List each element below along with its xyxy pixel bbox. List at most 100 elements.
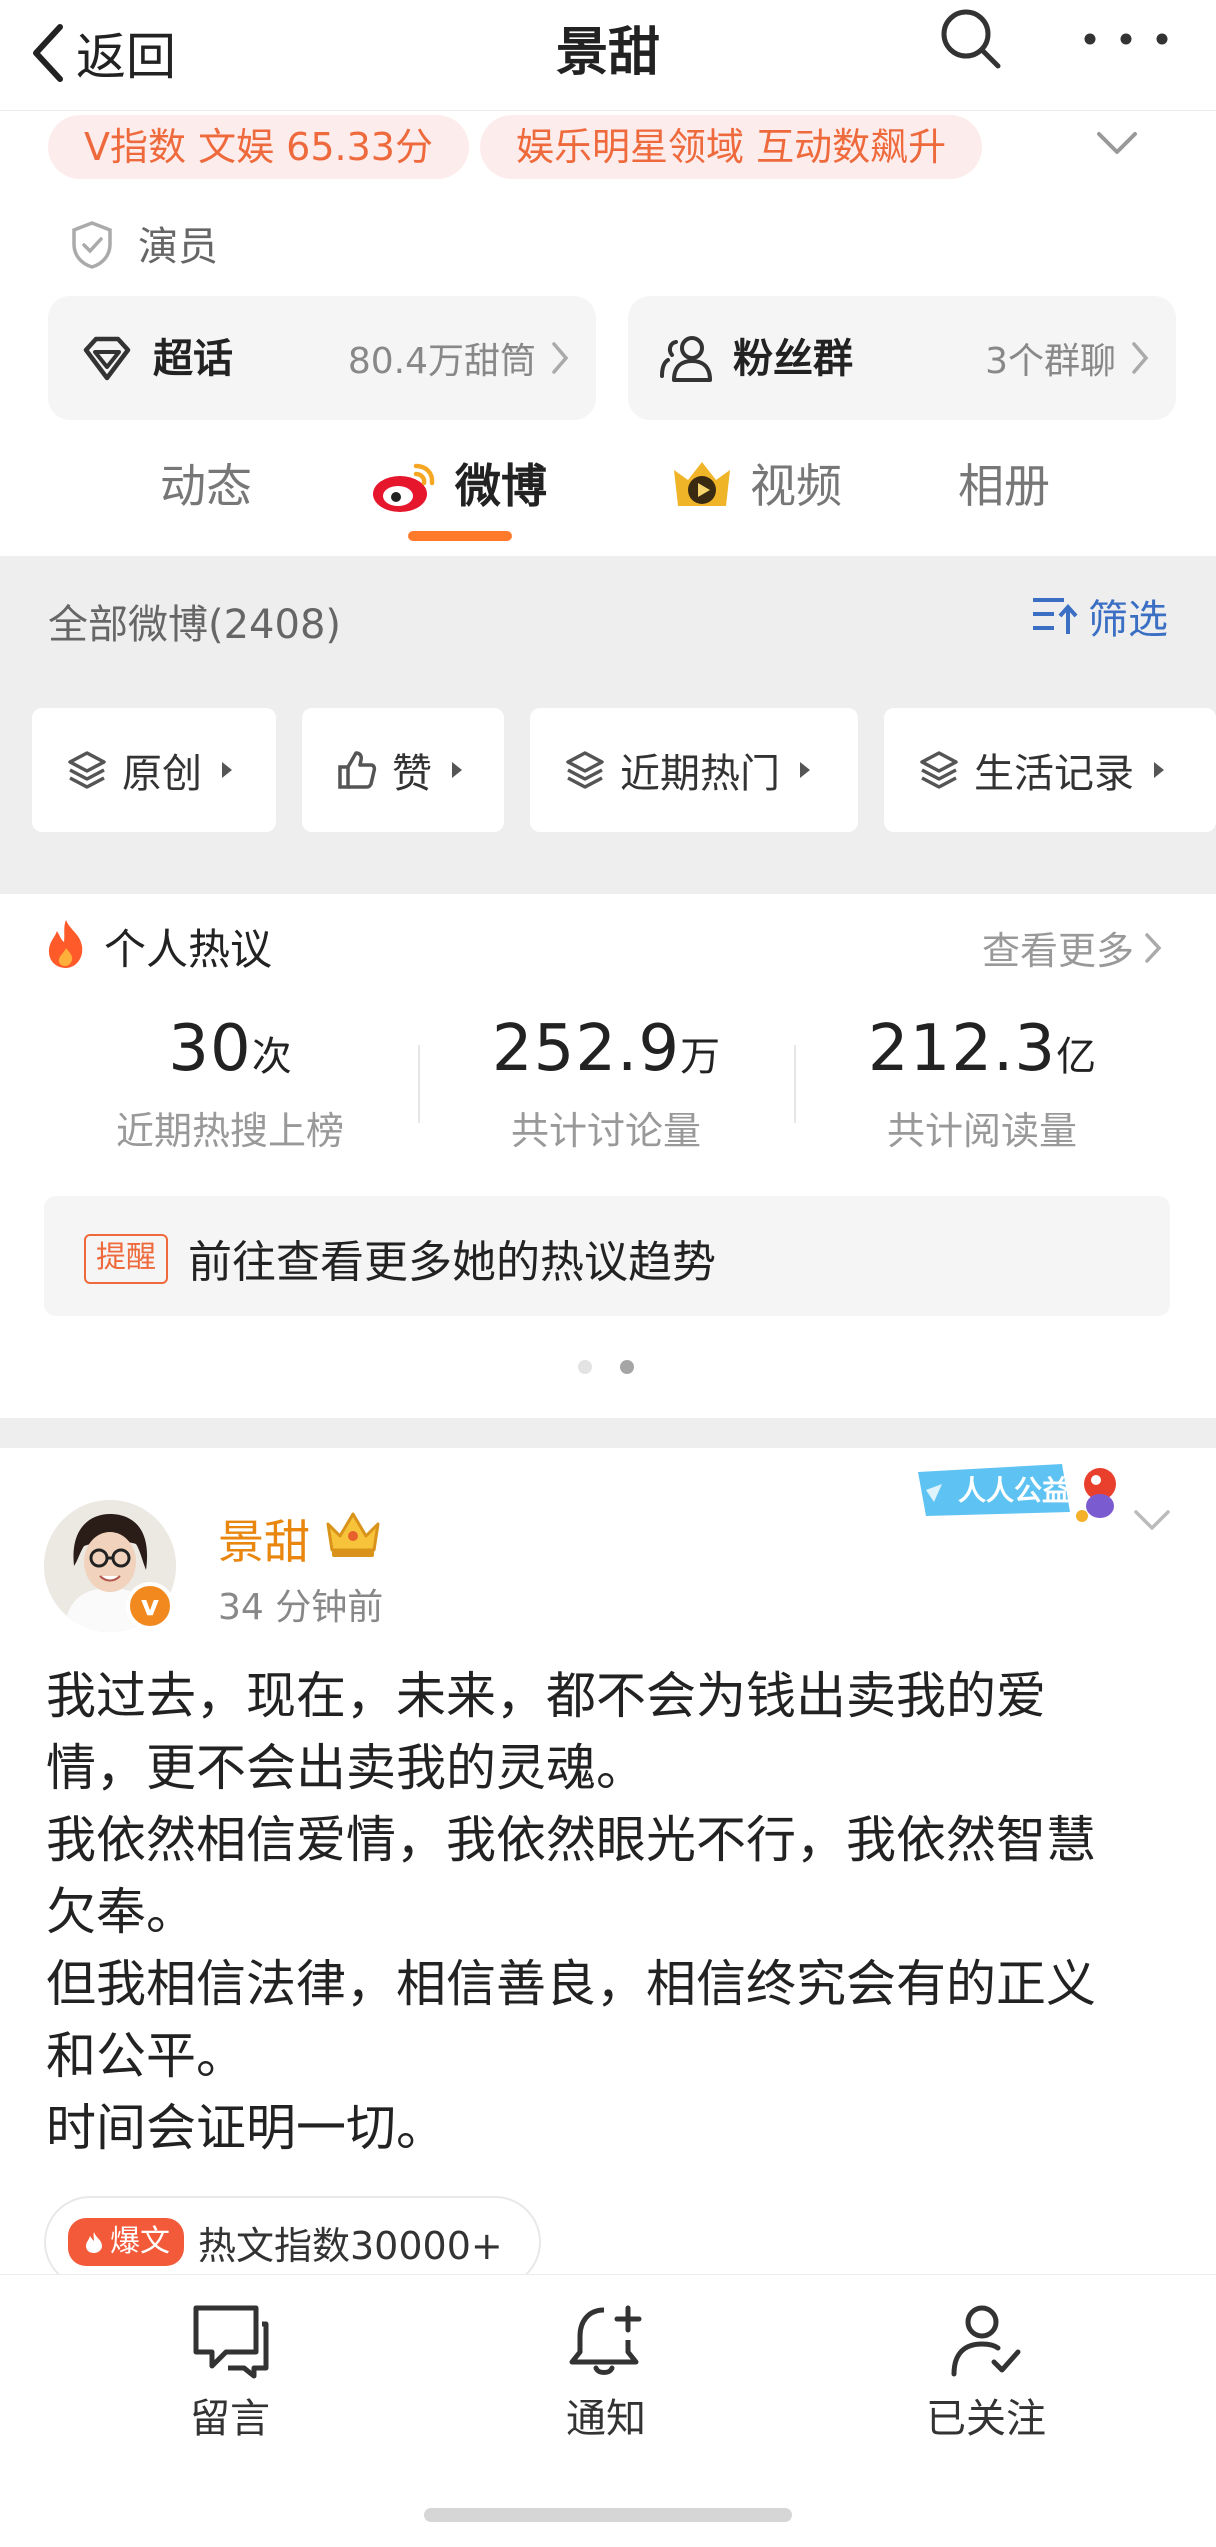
- chevron-left-icon: [33, 24, 63, 82]
- pager-dot-active[interactable]: [620, 1360, 634, 1374]
- stat-unit: 次: [251, 1034, 292, 1080]
- fire-icon: [48, 920, 83, 968]
- reminder-text: 前往查看更多她的热议趋势: [188, 1237, 716, 1288]
- supertopic-card[interactable]: 超话 80.4万甜筒: [48, 296, 596, 420]
- domain-rank-badge[interactable]: 娱乐明星领域 互动数飙升: [480, 115, 983, 179]
- tab-feed[interactable]: 动态: [160, 446, 252, 526]
- fan-group-card[interactable]: 粉丝群 3个群聊: [628, 296, 1176, 420]
- chevron-right-icon: [552, 342, 569, 374]
- hot-article-tag: 爆文: [68, 2218, 184, 2266]
- see-more-link[interactable]: 查看更多: [982, 920, 1162, 975]
- chip-label: 生活记录: [974, 751, 1134, 797]
- video-channel-icon: [674, 462, 730, 506]
- chevron-down-icon[interactable]: [1095, 128, 1139, 158]
- stat-number: 252.9: [491, 1012, 681, 1086]
- stat-unit: 亿: [1056, 1034, 1097, 1080]
- hot-article-label: 爆文: [110, 2224, 170, 2259]
- thumbs-up-icon: [338, 751, 377, 789]
- top-nav-bar: [0, 0, 1216, 111]
- caret-right-icon: [452, 762, 462, 778]
- back-button[interactable]: 返回: [30, 8, 176, 98]
- pager-dot[interactable]: [578, 1360, 592, 1374]
- layers-icon: [68, 751, 106, 789]
- tab-video[interactable]: 视频: [750, 446, 842, 526]
- v-index-badge[interactable]: V指数 文娱 65.33分: [48, 115, 469, 179]
- search-button[interactable]: [936, 4, 1006, 74]
- group-users-icon: [660, 336, 712, 382]
- stat-discussion[interactable]: 252.9万 共计讨论量: [416, 1012, 796, 1155]
- notify-button[interactable]: 通知: [506, 2300, 706, 2444]
- caret-right-icon: [1154, 762, 1164, 778]
- more-dots-icon: [1084, 33, 1168, 45]
- crown-badge-icon[interactable]: [320, 1506, 386, 1560]
- stat-label: 共计阅读量: [886, 1109, 1077, 1153]
- weibo-logo-icon: [373, 463, 435, 512]
- chevron-down-icon[interactable]: [1132, 1508, 1172, 1534]
- filter-button[interactable]: 筛选: [1030, 588, 1168, 644]
- chip-label: 近期热门: [620, 751, 780, 797]
- post-line: 但我相信法律，相信善良，相信终究会有的正义: [46, 1955, 1096, 2013]
- followed-button[interactable]: 已关注: [886, 2300, 1086, 2444]
- reminder-tag: 提醒: [84, 1234, 168, 1284]
- flame-icon: [86, 2232, 102, 2253]
- charity-text: 人人公益: [958, 1474, 1070, 1507]
- comment-button[interactable]: 留言: [130, 2300, 330, 2444]
- followed-label: 已关注: [926, 2396, 1046, 2442]
- tab-album[interactable]: 相册: [958, 446, 1050, 526]
- active-tab-indicator: [408, 531, 512, 541]
- post-line: 和公平。: [46, 2027, 246, 2085]
- post-body-text[interactable]: 我过去，现在，未来，都不会为钱出卖我的爱 情，更不会出卖我的灵魂。 我依然相信爱…: [46, 1660, 1176, 2164]
- post-line: 时间会证明一切。: [46, 2099, 446, 2157]
- stat-unit: 万: [680, 1034, 721, 1080]
- hot-article-index: 热文指数30000+: [198, 2223, 503, 2268]
- diamond-icon: [83, 336, 131, 381]
- search-icon: [941, 9, 1001, 69]
- chevron-right-icon: [1145, 932, 1162, 963]
- fan-group-count: 3个群聊: [985, 341, 1116, 382]
- chip-label: 赞: [392, 751, 432, 797]
- post-line: 欠奉。: [46, 1883, 196, 1941]
- message-icon: [193, 2305, 269, 2379]
- fan-group-label: 粉丝群: [733, 336, 853, 382]
- stat-reads[interactable]: 212.3亿 共计阅读量: [792, 1012, 1172, 1155]
- home-indicator: [424, 2508, 792, 2522]
- hot-discussion-title: 个人热议: [104, 925, 273, 974]
- role-label: 演员: [138, 224, 218, 270]
- chevron-right-icon: [1132, 342, 1149, 374]
- supertopic-count: 80.4万甜筒: [347, 341, 536, 382]
- shield-check-icon: [72, 221, 112, 269]
- post-timestamp: 34 分钟前: [218, 1587, 384, 1628]
- caret-right-icon: [800, 762, 810, 778]
- post-line: 情，更不会出卖我的灵魂。: [46, 1739, 646, 1797]
- post-line: 我过去，现在，未来，都不会为钱出卖我的爱: [46, 1667, 1046, 1725]
- comment-label: 留言: [190, 2396, 270, 2442]
- user-check-icon: [951, 2305, 1021, 2377]
- verified-badge: v: [126, 1582, 174, 1630]
- stat-label: 近期热搜上榜: [115, 1109, 344, 1153]
- chip-label: 原创: [122, 751, 202, 797]
- layers-icon: [566, 751, 604, 789]
- chip-like[interactable]: 赞: [302, 708, 504, 832]
- filter-label: 筛选: [1088, 597, 1168, 643]
- tab-weibo[interactable]: 微博: [455, 446, 547, 526]
- post-line: 我依然相信爱情，我依然眼光不行，我依然智慧: [46, 1811, 1096, 1869]
- bell-plus-icon: [569, 2305, 642, 2375]
- chip-recent-hot[interactable]: 近期热门: [530, 708, 858, 832]
- post-author-name[interactable]: 景甜: [218, 1506, 310, 1572]
- stat-hot-search[interactable]: 30次 近期热搜上榜: [40, 1012, 420, 1155]
- all-weibo-count: 全部微博(2408): [48, 602, 342, 648]
- charity-badge-icon[interactable]: 人人公益: [912, 1454, 1132, 1526]
- chip-original[interactable]: 原创: [32, 708, 276, 832]
- supertopic-label: 超话: [153, 336, 233, 382]
- chip-life-record[interactable]: 生活记录: [884, 708, 1216, 832]
- filter-sort-icon: [1033, 598, 1078, 634]
- layers-icon: [920, 751, 958, 789]
- back-label: 返回: [76, 28, 176, 86]
- stat-number: 30: [168, 1012, 252, 1086]
- stat-label: 共计讨论量: [510, 1109, 701, 1153]
- stat-number: 212.3: [867, 1012, 1057, 1086]
- section-divider: [0, 1418, 1216, 1448]
- see-more-label: 查看更多: [982, 929, 1135, 973]
- caret-right-icon: [222, 762, 232, 778]
- more-button[interactable]: [1076, 14, 1176, 64]
